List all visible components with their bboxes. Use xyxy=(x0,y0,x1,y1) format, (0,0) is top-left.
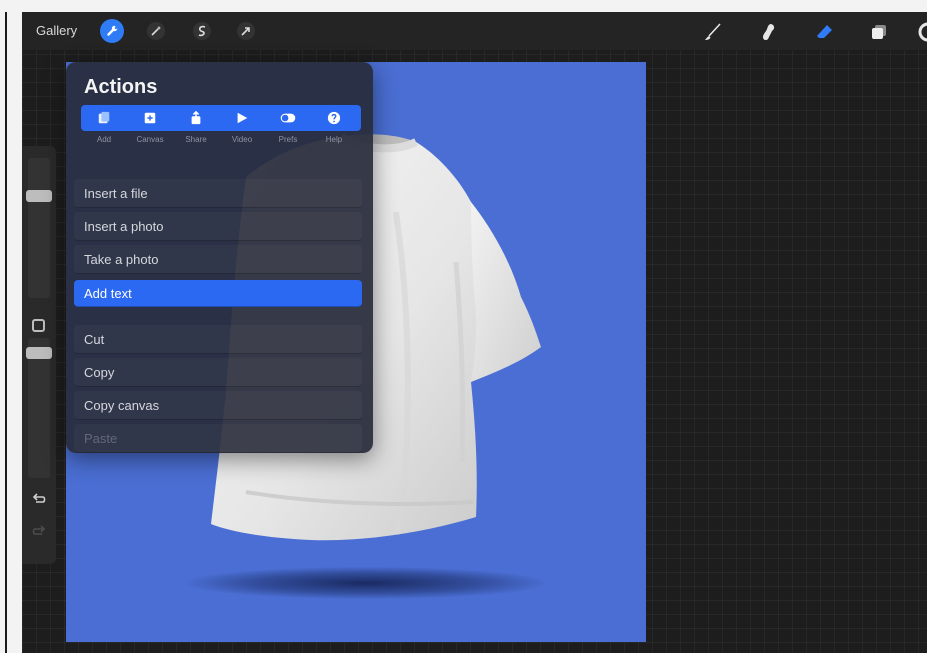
procreate-app: Gallery Actions Add Canvas Share Video P… xyxy=(22,12,927,653)
tab-canvas-label: Canvas xyxy=(136,135,164,144)
left-sidebar xyxy=(22,146,56,564)
opacity-slider[interactable] xyxy=(28,338,50,478)
menu-cut[interactable]: Cut xyxy=(74,325,362,354)
redo-icon[interactable] xyxy=(31,524,47,540)
menu-copy-canvas[interactable]: Copy canvas xyxy=(74,391,362,420)
brush-icon[interactable] xyxy=(702,21,724,43)
tab-video[interactable]: Video xyxy=(219,105,265,150)
modify-square-icon[interactable] xyxy=(32,319,45,332)
brush-size-handle[interactable] xyxy=(26,190,52,202)
layers-icon[interactable] xyxy=(868,21,890,43)
actions-panel: Actions Add Canvas Share Video Prefs Hel… xyxy=(66,62,373,453)
smudge-icon[interactable] xyxy=(758,21,780,43)
canvas-icon xyxy=(142,110,158,126)
menu-item-label: Take a photo xyxy=(84,252,159,267)
menu-insert-file[interactable]: Insert a file xyxy=(74,179,362,208)
toggle-icon xyxy=(280,110,296,126)
opacity-handle[interactable] xyxy=(26,347,52,359)
tab-share[interactable]: Share xyxy=(173,105,219,150)
tab-add-label: Add xyxy=(96,135,112,144)
menu-item-label: Insert a file xyxy=(84,186,148,201)
tab-canvas[interactable]: Canvas xyxy=(127,105,173,150)
help-icon xyxy=(326,110,342,126)
color-circle-icon[interactable] xyxy=(917,21,927,43)
tab-prefs-label: Prefs xyxy=(278,135,298,144)
tab-help-label: Help xyxy=(325,135,343,144)
gallery-button[interactable]: Gallery xyxy=(36,23,77,38)
eraser-icon[interactable] xyxy=(814,21,836,43)
share-icon xyxy=(188,110,204,126)
tab-help[interactable]: Help xyxy=(311,105,357,150)
tab-video-label: Video xyxy=(231,135,253,144)
menu-copy[interactable]: Copy xyxy=(74,358,362,387)
tab-add[interactable]: Add xyxy=(81,105,127,150)
window-edge xyxy=(5,12,7,653)
menu-item-label: Paste xyxy=(84,431,118,446)
tab-prefs[interactable]: Prefs xyxy=(265,105,311,150)
menu-item-label: Copy canvas xyxy=(84,398,160,413)
menu-take-photo[interactable]: Take a photo xyxy=(74,245,362,274)
wrench-icon[interactable] xyxy=(100,19,124,43)
menu-item-label: Cut xyxy=(84,332,105,347)
actions-title: Actions xyxy=(84,76,158,98)
tab-share-label: Share xyxy=(185,135,207,144)
adjustments-wand-icon[interactable] xyxy=(146,21,166,41)
brush-size-slider[interactable] xyxy=(28,158,50,298)
menu-item-label: Add text xyxy=(84,286,132,301)
top-toolbar: Gallery xyxy=(22,12,927,50)
add-file-icon xyxy=(96,110,112,126)
menu-add-text[interactable]: Add text xyxy=(74,280,362,307)
menu-paste: Paste xyxy=(74,424,362,453)
play-icon xyxy=(234,110,250,126)
selection-s-icon[interactable] xyxy=(192,21,212,41)
menu-item-label: Copy xyxy=(84,365,115,380)
transform-arrow-icon[interactable] xyxy=(236,21,256,41)
menu-item-label: Insert a photo xyxy=(84,219,164,234)
menu-insert-photo[interactable]: Insert a photo xyxy=(74,212,362,241)
undo-icon[interactable] xyxy=(31,492,47,508)
